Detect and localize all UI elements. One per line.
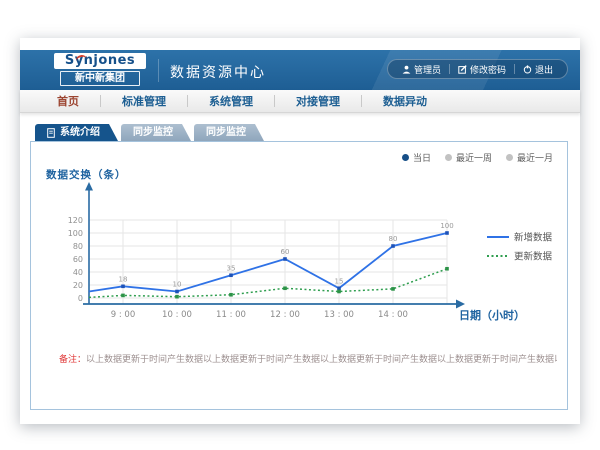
change-password-button[interactable]: 修改密码 bbox=[450, 63, 514, 76]
data-point bbox=[391, 287, 395, 291]
radio-today-label: 当日 bbox=[413, 151, 431, 164]
change-password-label: 修改密码 bbox=[470, 63, 506, 76]
x-tick-label: 10 : 00 bbox=[162, 310, 192, 320]
y-tick-label: 80 bbox=[73, 242, 83, 251]
user-menu-admin-label: 管理员 bbox=[414, 63, 441, 76]
data-point bbox=[121, 285, 125, 289]
radio-last-month-label: 最近一月 bbox=[517, 151, 553, 164]
user-menu-admin[interactable]: 管理员 bbox=[394, 63, 449, 76]
logout-label: 退出 bbox=[535, 63, 553, 76]
y-tick-label: 20 bbox=[73, 281, 83, 290]
data-point-label: 18 bbox=[119, 275, 128, 283]
document-icon bbox=[47, 128, 55, 138]
data-point-label: 100 bbox=[440, 222, 453, 230]
nav-item-standard-mgmt[interactable]: 标准管理 bbox=[101, 93, 187, 109]
data-point bbox=[337, 290, 341, 294]
x-tick-label: 11 : 00 bbox=[216, 310, 246, 320]
data-point bbox=[121, 294, 125, 298]
data-point bbox=[229, 293, 233, 297]
page-title: 数据资源中心 bbox=[170, 62, 266, 82]
logout-button[interactable]: 退出 bbox=[515, 63, 561, 76]
data-point-label: 15 bbox=[335, 277, 344, 285]
data-point bbox=[391, 244, 395, 248]
data-point bbox=[175, 295, 179, 299]
line-chart: 0 20 40 60 80 100 120 9 : 00 10 : 00 11 : 00 12 : … bbox=[31, 180, 567, 340]
tab-sync-monitor-1[interactable]: 同步监控 bbox=[121, 124, 191, 141]
x-tick-label: 14 : 00 bbox=[378, 310, 408, 320]
y-tick-label: 40 bbox=[73, 268, 83, 277]
data-point bbox=[283, 286, 287, 290]
nav-item-data-change[interactable]: 数据异动 bbox=[362, 93, 448, 109]
user-menu: 管理员 修改密码 退出 bbox=[387, 59, 568, 79]
time-range-filter: 当日 最近一周 最近一月 bbox=[402, 151, 553, 164]
logo-brand: Synjones bbox=[54, 53, 146, 69]
data-point-label: 35 bbox=[227, 264, 236, 272]
data-point bbox=[445, 231, 449, 235]
x-tick-label: 13 : 00 bbox=[324, 310, 354, 320]
chart-panel: 当日 最近一周 最近一月 数据交换（条） 0204060801001209 : … bbox=[30, 141, 568, 410]
data-point bbox=[229, 273, 233, 277]
data-point bbox=[445, 267, 449, 271]
x-axis-label: 日期（小时） bbox=[459, 308, 525, 322]
tab-label: 系统介绍 bbox=[60, 124, 100, 141]
legend-label-update-data: 更新数据 bbox=[514, 251, 553, 263]
app-window: Synjones 新中新集团 数据资源中心 管理员 修改密码 bbox=[20, 38, 580, 424]
radio-last-month[interactable]: 最近一月 bbox=[506, 151, 553, 164]
nav-item-home[interactable]: 首页 bbox=[36, 93, 100, 109]
radio-dot bbox=[445, 154, 452, 161]
window-top-strip bbox=[20, 38, 580, 50]
y-tick-label: 60 bbox=[73, 255, 83, 264]
nav-item-interface-mgmt[interactable]: 对接管理 bbox=[275, 93, 361, 109]
radio-dot bbox=[506, 154, 513, 161]
content-area: 系统介绍 同步监控 同步监控 当日 最近一周 bbox=[20, 113, 580, 424]
tab-label: 同步监控 bbox=[206, 127, 246, 138]
data-point bbox=[337, 286, 341, 290]
radio-last-week-label: 最近一周 bbox=[456, 151, 492, 164]
tab-sync-monitor-2[interactable]: 同步监控 bbox=[194, 124, 264, 141]
y-tick-label: 120 bbox=[68, 216, 83, 225]
data-point bbox=[175, 290, 179, 294]
power-icon bbox=[523, 65, 532, 74]
y-axis-arrow bbox=[85, 182, 93, 191]
x-tick-label: 9 : 00 bbox=[111, 310, 136, 320]
x-tick-label: 12 : 00 bbox=[270, 310, 300, 320]
tab-label: 同步监控 bbox=[133, 127, 173, 138]
radio-last-week[interactable]: 最近一周 bbox=[445, 151, 492, 164]
header-divider bbox=[158, 59, 159, 82]
x-axis-arrow bbox=[456, 300, 465, 309]
y-tick-label: 0 bbox=[78, 294, 83, 303]
data-point-label: 10 bbox=[173, 281, 182, 289]
legend-label-new-data: 新增数据 bbox=[514, 232, 553, 244]
data-point-label: 80 bbox=[389, 235, 398, 243]
radio-today[interactable]: 当日 bbox=[402, 151, 431, 164]
tab-bar: 系统介绍 同步监控 同步监控 bbox=[35, 124, 264, 141]
app-header: Synjones 新中新集团 数据资源中心 管理员 修改密码 bbox=[20, 50, 580, 90]
footnote-text: 以上数据更新于时间产生数据以上数据更新于时间产生数据以上数据更新于时间产生数据以… bbox=[86, 355, 557, 365]
y-tick-label: 100 bbox=[68, 229, 83, 238]
main-nav: 首页 标准管理 系统管理 对接管理 数据异动 bbox=[20, 90, 580, 113]
nav-item-system-mgmt[interactable]: 系统管理 bbox=[188, 93, 274, 109]
radio-dot-selected bbox=[402, 154, 409, 161]
logo: Synjones 新中新集团 bbox=[54, 53, 146, 86]
data-point bbox=[283, 257, 287, 261]
edit-icon bbox=[458, 65, 467, 74]
user-icon bbox=[402, 65, 411, 74]
footnote-label: 备注： bbox=[59, 355, 86, 365]
footnote: 备注：以上数据更新于时间产生数据以上数据更新于时间产生数据以上数据更新于时间产生… bbox=[59, 354, 557, 367]
logo-company: 新中新集团 bbox=[60, 71, 140, 86]
tab-system-intro[interactable]: 系统介绍 bbox=[35, 124, 118, 141]
data-point-label: 60 bbox=[281, 248, 290, 256]
